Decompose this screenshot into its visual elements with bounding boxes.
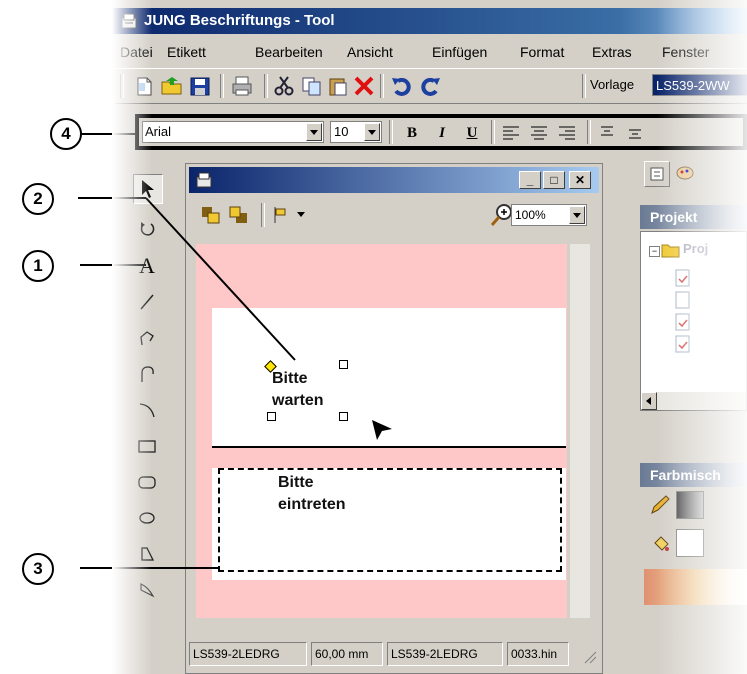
callout-4: 4 [50, 118, 82, 150]
callout-3: 3 [22, 553, 54, 585]
callout-1: 1 [22, 250, 54, 282]
callout-leader-lines [78, 197, 296, 569]
callout-2: 2 [22, 183, 54, 215]
